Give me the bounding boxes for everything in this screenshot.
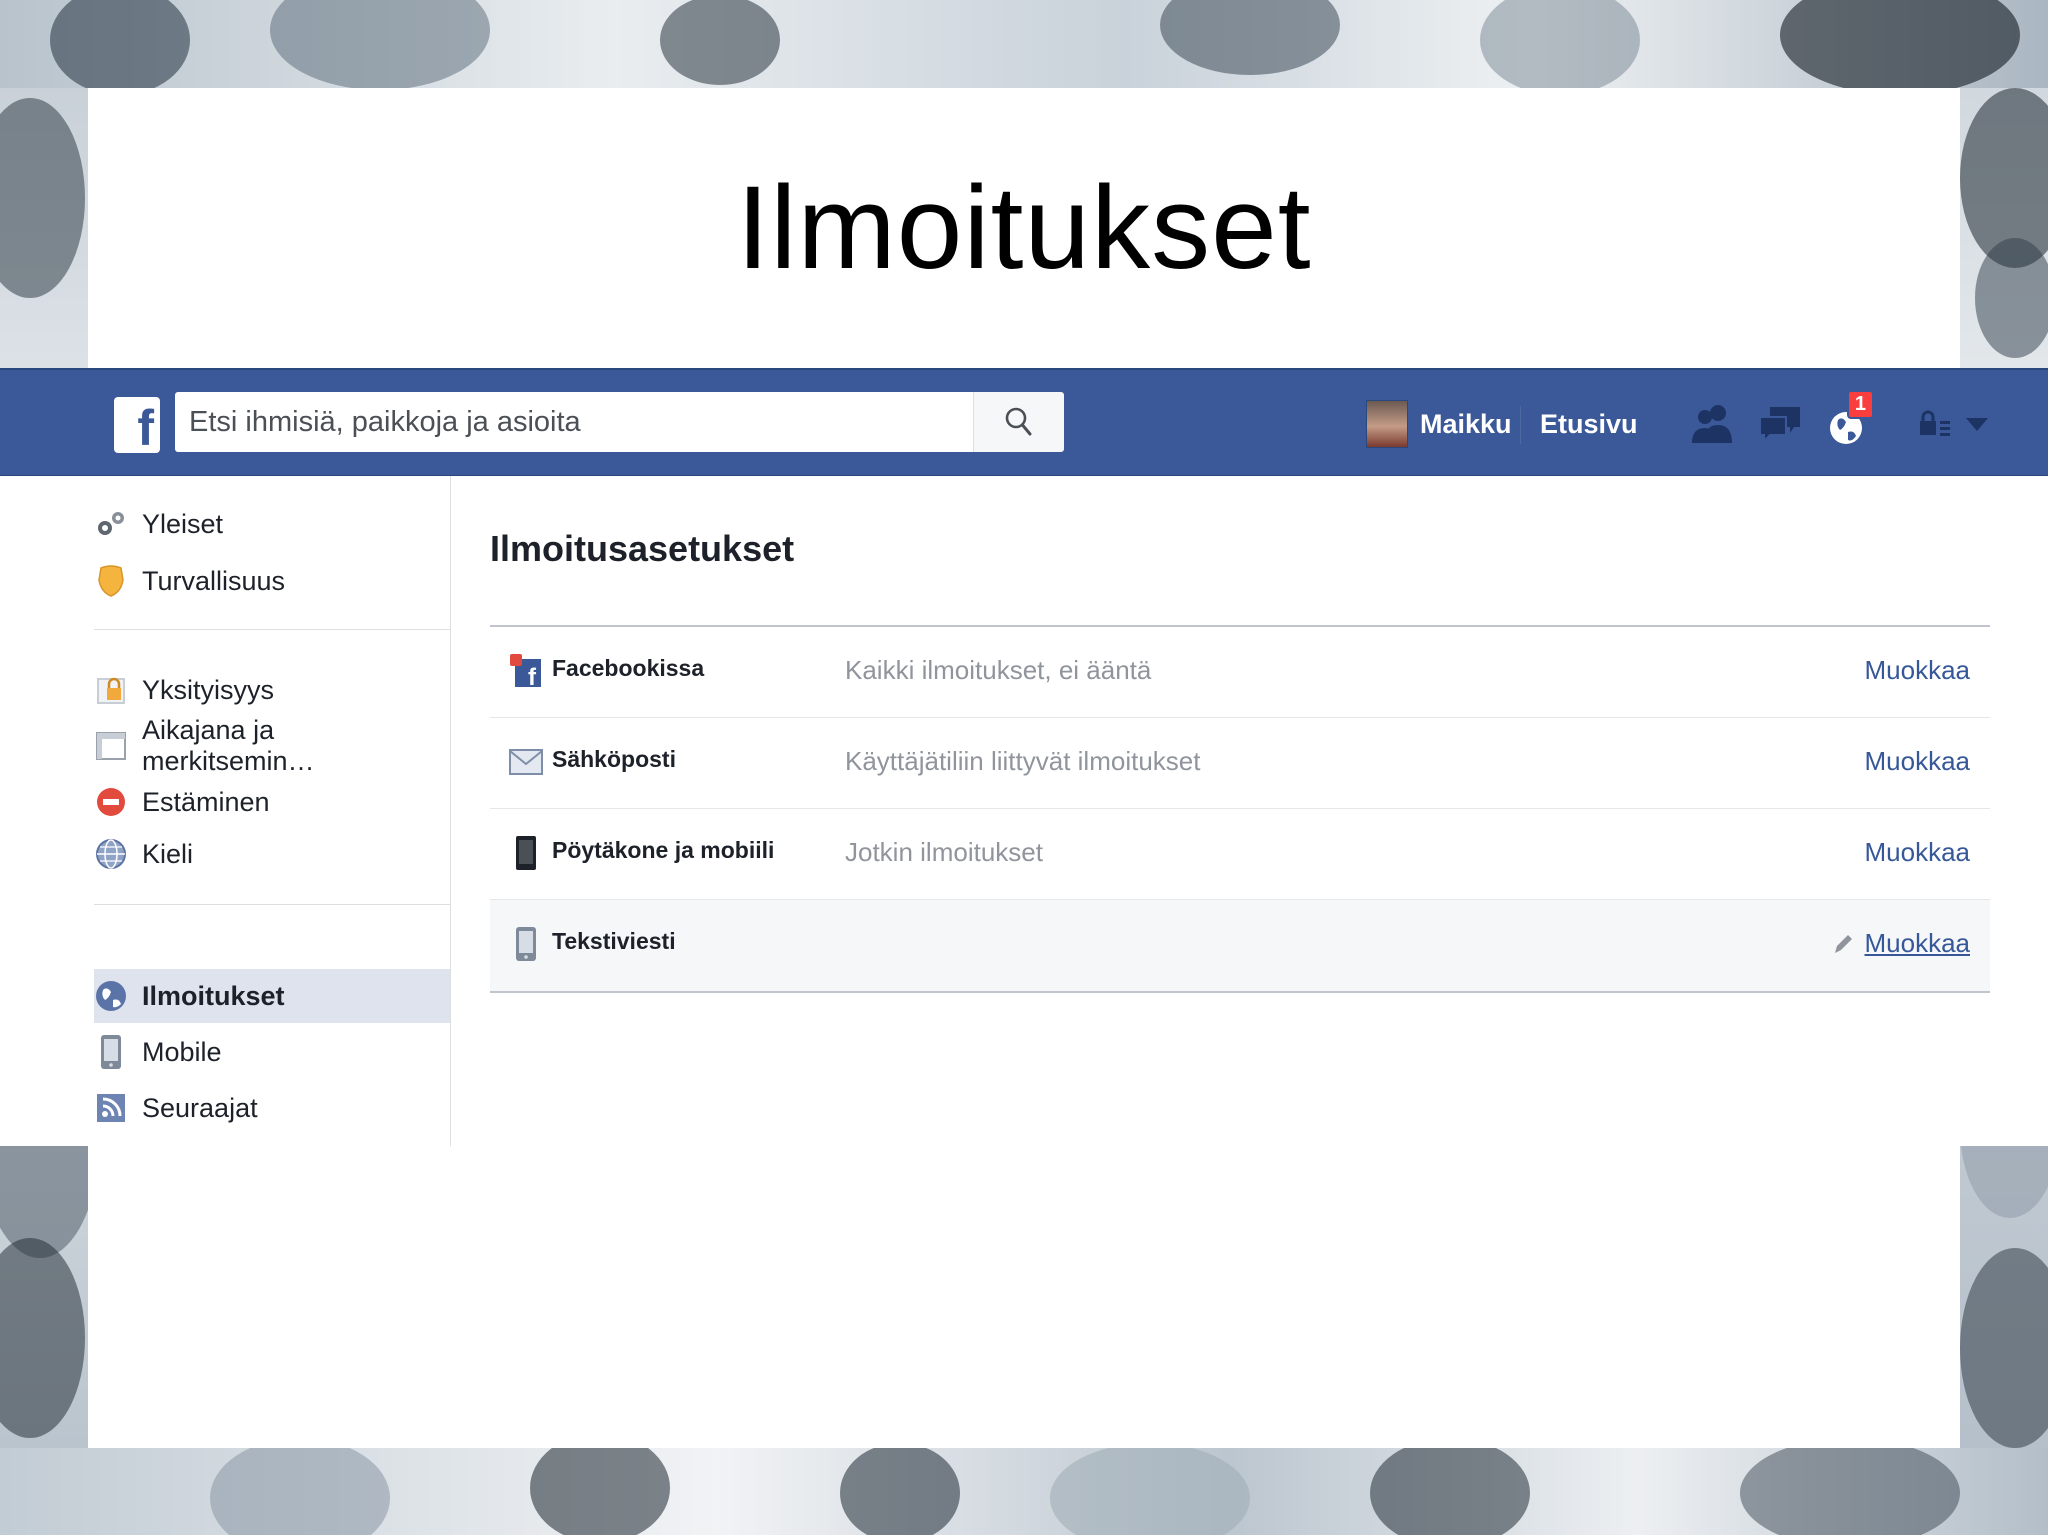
profile-name: Maikku [1420, 408, 1512, 439]
rss-icon [94, 1091, 128, 1125]
search-icon [1005, 407, 1032, 436]
account-settings-menu[interactable] [1918, 398, 1990, 450]
edit-link[interactable]: Muokkaa [1865, 928, 1971, 959]
search-button[interactable] [973, 392, 1064, 452]
sidebar-item-general[interactable]: Yleiset [94, 500, 223, 548]
messages-icon [1759, 407, 1800, 444]
facebook-logo[interactable]: f [114, 397, 160, 453]
settings-row-desktop-mobile[interactable]: Pöytäkone ja mobiili Jotkin ilmoitukset … [490, 809, 1990, 900]
sidebar-item-label: Aikajana ja merkitsemin… [142, 715, 315, 776]
decorative-border-bottom [0, 1448, 2048, 1535]
privacy-lock-icon [1920, 410, 1950, 436]
sidebar-item-label: Kieli [142, 838, 194, 869]
svg-text:f: f [528, 664, 537, 689]
settings-row-email[interactable]: Sähköposti Käyttäjätiliin liittyvät ilmo… [490, 718, 1990, 809]
edit-link[interactable]: Muokkaa [1865, 746, 1971, 777]
notification-settings-table: f Facebookissa Kaikki ilmoitukset, ei ää… [490, 625, 1990, 993]
sidebar-item-followers[interactable]: Seuraajat [94, 1084, 258, 1132]
nav-divider [1520, 406, 1521, 444]
decorative-border-top [0, 0, 2048, 88]
sms-phone-icon [508, 924, 544, 964]
dropdown-arrow-icon [1966, 418, 1988, 431]
block-icon [94, 785, 128, 819]
facebook-notification-icon: f [508, 651, 544, 691]
sidebar-item-label: Ilmoitukset [142, 980, 285, 1011]
row-label: Sähköposti [552, 746, 676, 772]
envelope-icon [508, 742, 544, 782]
notification-badge: 1 [1846, 390, 1874, 419]
sidebar-item-security[interactable]: Turvallisuus [94, 557, 285, 605]
mobile-device-icon [508, 833, 544, 873]
avatar [1366, 400, 1408, 448]
pencil-icon [1835, 935, 1852, 953]
row-description: Käyttäjätiliin liittyvät ilmoitukset [845, 746, 1201, 776]
decorative-letters-bottom [210, 1448, 1960, 1535]
sidebar-item-mobile[interactable]: Mobile [94, 1028, 222, 1076]
sidebar-divider [94, 629, 450, 630]
settings-sidebar: Yleiset Turvallisuus Yksityisyys Aikajan… [0, 476, 451, 1146]
nav-icons: 1 [1686, 390, 1890, 450]
friends-icon [1692, 405, 1732, 443]
privacy-lock-icon [94, 673, 128, 707]
edit-link[interactable]: Muokkaa [1865, 837, 1971, 868]
notifications-button[interactable]: 1 [1822, 390, 1874, 450]
row-description: Jotkin ilmoitukset [845, 837, 1043, 867]
phone-icon [94, 1035, 128, 1069]
badge-icon [94, 564, 128, 598]
sidebar-item-label: Mobile [142, 1036, 222, 1067]
settings-row-on-facebook[interactable]: f Facebookissa Kaikki ilmoitukset, ei ää… [490, 627, 1990, 718]
top-navigation-bar: f Maikku Etusivu [0, 368, 2048, 476]
home-link[interactable]: Etusivu [1540, 398, 1638, 450]
sidebar-divider [94, 904, 450, 905]
search-box [175, 392, 1064, 452]
row-description: Kaikki ilmoitukset, ei ääntä [845, 655, 1152, 685]
slide-title: Ilmoitukset [736, 162, 1312, 294]
sidebar-item-blocking[interactable]: Estäminen [94, 778, 270, 826]
row-label: Facebookissa [552, 655, 705, 681]
friends-button[interactable] [1686, 398, 1738, 450]
settings-row-text-message[interactable]: Tekstiviesti Muokkaa [490, 900, 1990, 993]
edit-link[interactable]: Muokkaa [1865, 655, 1971, 686]
sidebar-item-label: Yleiset [142, 508, 224, 539]
sidebar-item-label: Turvallisuus [142, 565, 286, 596]
sidebar-item-label: Yksityisyys [142, 674, 275, 705]
sidebar-item-language[interactable]: Kieli [94, 830, 193, 878]
globe-icon [94, 837, 128, 871]
sidebar-item-label: Seuraajat [142, 1092, 258, 1123]
row-label: Tekstiviesti [552, 928, 676, 954]
gears-icon [94, 507, 128, 541]
page-title: Ilmoitusasetukset [490, 528, 795, 569]
sidebar-item-timeline[interactable]: Aikajana ja merkitsemin… [94, 715, 450, 776]
sidebar-item-notifications[interactable]: Ilmoitukset [94, 972, 285, 1020]
sidebar-item-privacy[interactable]: Yksityisyys [94, 666, 274, 714]
notification-globe-icon [94, 979, 128, 1013]
search-input[interactable] [175, 392, 973, 452]
row-label: Pöytäkone ja mobiili [552, 837, 775, 863]
profile-link[interactable]: Maikku [1366, 398, 1512, 450]
sidebar-item-label: Estäminen [142, 786, 270, 817]
messages-button[interactable] [1754, 398, 1806, 450]
facebook-settings-screenshot: f Maikku Etusivu [0, 368, 2048, 1146]
timeline-icon [94, 729, 128, 763]
decorative-letters-top [50, 0, 2020, 88]
